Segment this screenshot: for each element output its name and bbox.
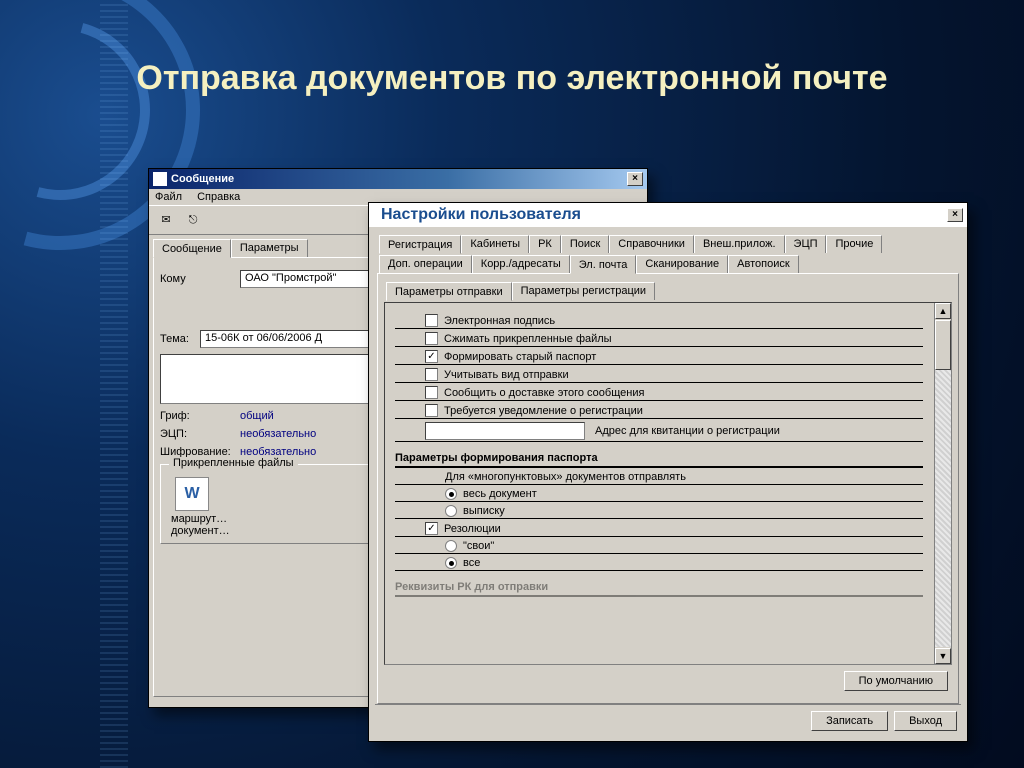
receipt-address-label: Адрес для квитанции о регистрации [595, 425, 780, 437]
tab-registration[interactable]: Регистрация [379, 235, 461, 254]
tab-message[interactable]: Сообщение [153, 239, 231, 258]
ecp-label: ЭЦП: [160, 428, 240, 440]
menu-help[interactable]: Справка [197, 191, 240, 203]
checkbox-compress[interactable] [425, 332, 438, 345]
tab-other[interactable]: Прочие [826, 235, 882, 253]
to-label: Кому [160, 273, 240, 285]
tab-search[interactable]: Поиск [561, 235, 609, 253]
slide-title: Отправка документов по электронной почте [0, 60, 1024, 97]
radio-own[interactable] [445, 540, 457, 552]
settings-title: Настройки пользователя [381, 206, 581, 224]
subtab-reg-params[interactable]: Параметры регистрации [512, 282, 655, 300]
truncated-section: Реквизиты РК для отправки [395, 575, 923, 597]
scroll-thumb[interactable] [935, 320, 951, 370]
grif-label: Гриф: [160, 410, 240, 422]
scroll-down-icon[interactable]: ▼ [935, 648, 951, 664]
label-all: все [463, 557, 480, 569]
default-button[interactable]: По умолчанию [844, 671, 948, 691]
tab-params[interactable]: Параметры [231, 239, 308, 257]
tab-rk[interactable]: РК [529, 235, 561, 253]
subtab-send-params[interactable]: Параметры отправки [386, 282, 512, 301]
message-title: Сообщение [171, 173, 234, 185]
label-excerpt: выписку [463, 505, 505, 517]
settings-titlebar[interactable]: Настройки пользователя × [369, 203, 967, 227]
checkbox-passport[interactable]: ✓ [425, 350, 438, 363]
checkbox-esign[interactable] [425, 314, 438, 327]
save-button[interactable]: Записать [811, 711, 888, 731]
receipt-address-field[interactable] [425, 422, 585, 440]
label-esign: Электронная подпись [444, 315, 555, 327]
label-own: "свои" [463, 540, 494, 552]
label-resolutions: Резолюции [444, 523, 501, 535]
checkbox-regnotify[interactable] [425, 404, 438, 417]
tab-ecp[interactable]: ЭЦП [785, 235, 827, 253]
checkbox-resolutions[interactable]: ✓ [425, 522, 438, 535]
tab-extra-ops[interactable]: Доп. операции [379, 255, 472, 273]
subject-label: Тема: [160, 333, 200, 345]
label-delivery: Сообщить о доставке этого сообщения [444, 387, 644, 399]
message-titlebar[interactable]: Сообщение × [149, 169, 647, 189]
tab-scan[interactable]: Сканирование [636, 255, 728, 273]
menu-file[interactable]: Файл [155, 191, 182, 203]
send-button-icon[interactable]: ✉ [155, 210, 177, 230]
tab-external[interactable]: Внеш.прилож. [694, 235, 785, 253]
grif-value: общий [240, 410, 274, 422]
ecp-value: необязательно [240, 428, 316, 440]
tab-autosearch[interactable]: Автопоиск [728, 255, 799, 273]
checkbox-sendtype[interactable] [425, 368, 438, 381]
settings-window: Настройки пользователя × Регистрация Каб… [368, 202, 968, 742]
vertical-scrollbar[interactable]: ▲ ▼ [934, 303, 951, 664]
tab-directories[interactable]: Справочники [609, 235, 694, 253]
multi-send-label: Для «многопунктовых» документов отправля… [445, 471, 686, 483]
passport-section-header: Параметры формирования паспорта [395, 446, 923, 468]
label-regnotify: Требуется уведомление о регистрации [444, 405, 643, 417]
exit-button[interactable]: Выход [894, 711, 957, 731]
checkbox-delivery[interactable] [425, 386, 438, 399]
radio-all[interactable] [445, 557, 457, 569]
settings-scroll: Электронная подпись Сжимать прикрепленны… [384, 302, 952, 665]
label-whole-doc: весь документ [463, 488, 537, 500]
settings-tabs-row2: Доп. операции Корр./адресаты Эл. почта С… [375, 253, 961, 273]
exit-button-icon[interactable]: ⎋ [182, 210, 204, 230]
close-icon[interactable]: × [627, 172, 643, 186]
attach-group-title: Прикрепленные файлы [169, 457, 298, 469]
settings-tabs-row1: Регистрация Кабинеты РК Поиск Справочник… [375, 231, 961, 253]
label-sendtype: Учитывать вид отправки [444, 369, 569, 381]
label-passport: Формировать старый паспорт [444, 351, 596, 363]
radio-whole-doc[interactable] [445, 488, 457, 500]
app-icon [153, 172, 167, 186]
tab-cabinets[interactable]: Кабинеты [461, 235, 529, 253]
tab-email[interactable]: Эл. почта [570, 255, 637, 274]
label-compress: Сжимать прикрепленные файлы [444, 333, 612, 345]
word-doc-icon[interactable]: W [175, 477, 209, 511]
tab-corr[interactable]: Корр./адресаты [472, 255, 570, 273]
radio-excerpt[interactable] [445, 505, 457, 517]
scroll-up-icon[interactable]: ▲ [935, 303, 951, 319]
close-icon[interactable]: × [947, 208, 963, 222]
